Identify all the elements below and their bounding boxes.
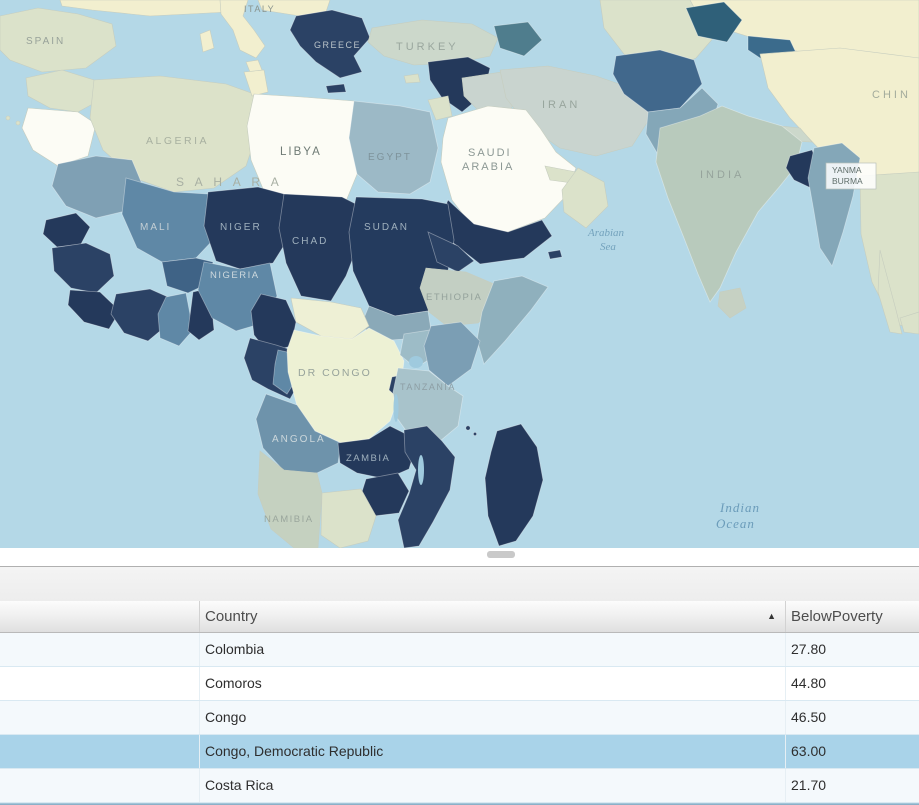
map-label-zambia: ZAMBIA xyxy=(346,453,390,464)
column-header-belowpoverty-label: BelowPoverty xyxy=(791,608,883,625)
sort-ascending-icon: ▲ xyxy=(767,611,776,621)
table-header-row: Country ▲ BelowPoverty xyxy=(0,601,919,633)
gis-app: ITALY SPAIN GREECE TURKEY IRAN CHIN ALGE… xyxy=(0,0,919,805)
row-spacer-cell xyxy=(0,769,200,802)
map-scroll-area xyxy=(0,548,919,566)
map-label-ethiopia: ETHIOPIA xyxy=(426,292,482,303)
value-cell: 27.80 xyxy=(785,633,919,666)
lake-malawi xyxy=(418,455,424,485)
map-label-angola: ANGOLA xyxy=(272,434,326,445)
map-label-iran: IRAN xyxy=(542,99,580,111)
map-label-mali: MALI xyxy=(140,222,171,233)
table-row-selected[interactable]: Congo, Democratic Republic 63.00 xyxy=(0,735,919,769)
map-label-indian-ocean-line1: Indian xyxy=(719,500,760,515)
map-label-niger: NIGER xyxy=(220,222,262,233)
map-label-spain: SPAIN xyxy=(26,36,65,47)
country-cell: Congo, Democratic Republic xyxy=(205,743,384,759)
value-cell: 63.00 xyxy=(785,735,919,768)
row-spacer-cell xyxy=(0,701,200,734)
table-row[interactable]: Costa Rica 21.70 xyxy=(0,769,919,803)
map-label-libya: LIBYA xyxy=(280,146,322,158)
value-cell: 21.70 xyxy=(785,769,919,802)
header-spacer-cell xyxy=(0,601,200,632)
map-label-nigeria: NIGERIA xyxy=(210,270,260,281)
table-row[interactable]: Congo 46.50 xyxy=(0,701,919,735)
map-label-turkey: TURKEY xyxy=(396,41,459,53)
map-label-algeria: ALGERIA xyxy=(146,135,209,147)
map-label-egypt: EGYPT xyxy=(368,152,412,163)
lake-victoria xyxy=(409,356,423,368)
map-label-myanmar-line2: BURMA xyxy=(832,176,863,186)
horizontal-scrollbar-thumb[interactable] xyxy=(487,551,515,558)
attribute-table: Country ▲ BelowPoverty Colombia 27.80 Co… xyxy=(0,601,919,805)
country-cell: Comoros xyxy=(205,675,262,691)
map-label-sahara: S A H A R A xyxy=(176,175,283,189)
column-header-country[interactable]: Country ▲ xyxy=(200,601,785,632)
map-panel: ITALY SPAIN GREECE TURKEY IRAN CHIN ALGE… xyxy=(0,0,919,548)
country-cell: Congo xyxy=(205,709,247,725)
map-label-indian-ocean-line2: Ocean xyxy=(716,516,755,531)
country-shape-comoros2[interactable] xyxy=(472,431,477,436)
table-row[interactable]: Colombia 27.80 xyxy=(0,633,919,667)
row-spacer-cell xyxy=(0,667,200,700)
country-shape-socotra[interactable] xyxy=(547,249,563,260)
map-label-namibia: NAMIBIA xyxy=(264,514,314,525)
basemap-shape-canary1 xyxy=(5,115,11,121)
row-spacer-cell xyxy=(0,735,200,768)
map-label-myanmar-line1: YANMA xyxy=(832,165,862,175)
country-shape-comoros1[interactable] xyxy=(465,425,471,431)
map-label-china: CHIN xyxy=(872,89,911,101)
country-shape-crete[interactable] xyxy=(325,83,347,94)
row-spacer-cell xyxy=(0,633,200,666)
map-label-india: INDIA xyxy=(700,169,744,181)
map-label-arabian-sea-line2: Sea xyxy=(600,241,616,253)
map-label-italy: ITALY xyxy=(244,4,275,14)
column-header-belowpoverty[interactable]: BelowPoverty xyxy=(785,601,919,632)
table-row[interactable]: Comoros 44.80 xyxy=(0,667,919,701)
map-label-sudan: SUDAN xyxy=(364,222,409,233)
map-label-saudi-line2: ARABIA xyxy=(462,161,514,173)
choropleth-map[interactable]: ITALY SPAIN GREECE TURKEY IRAN CHIN ALGE… xyxy=(0,0,919,548)
map-label-tanzania: TANZANIA xyxy=(400,382,456,392)
table-toolbar xyxy=(0,566,919,601)
country-cell: Costa Rica xyxy=(205,777,274,793)
basemap-shape-canary2 xyxy=(15,120,21,126)
value-cell: 46.50 xyxy=(785,701,919,734)
column-header-country-label: Country xyxy=(205,608,258,625)
lake-tanganyika xyxy=(393,394,399,422)
value-cell: 44.80 xyxy=(785,667,919,700)
country-cell: Colombia xyxy=(205,641,265,657)
map-label-saudi-line1: SAUDI xyxy=(468,147,512,159)
map-label-arabian-sea-line1: Arabian xyxy=(587,227,625,239)
map-label-chad: CHAD xyxy=(292,236,328,247)
map-label-drcongo: DR CONGO xyxy=(298,367,372,379)
map-label-greece: GREECE xyxy=(314,40,361,50)
